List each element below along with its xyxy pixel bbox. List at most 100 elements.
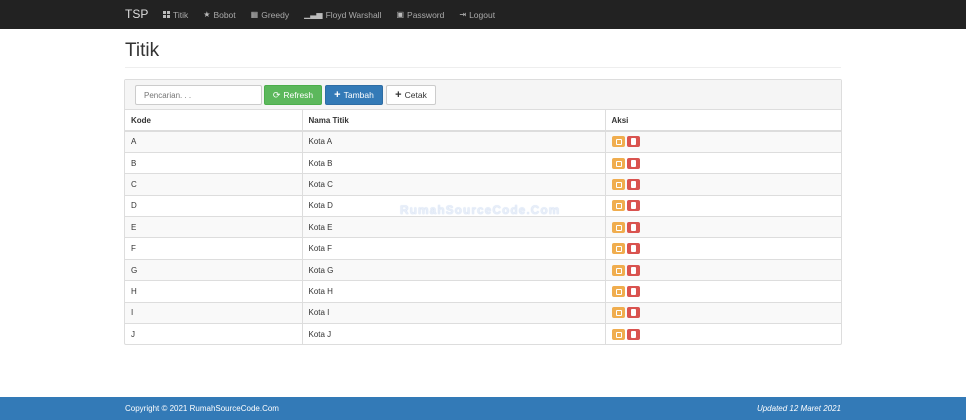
cell-kode: E (125, 216, 303, 238)
nav-item-label: Floyd Warshall (325, 9, 382, 20)
edit-button[interactable] (611, 264, 625, 276)
footer-updated: Updated 12 Maret 2021 (756, 404, 841, 413)
table-row: C Kota C (125, 173, 841, 196)
edit-button[interactable] (611, 328, 625, 340)
cell-aksi (605, 194, 841, 217)
cell-kode: J (125, 323, 303, 345)
cell-kode: C (125, 173, 303, 196)
nav-item-greedy[interactable]: ▦ Greedy (251, 10, 289, 20)
nav-item-label: Titik (173, 9, 189, 20)
th-large-icon (163, 11, 170, 18)
add-label: Tambah (343, 90, 374, 100)
edit-button[interactable] (611, 178, 625, 190)
title-divider (125, 67, 841, 68)
cell-kode: A (125, 130, 303, 153)
navbar-brand[interactable]: TSP (125, 0, 148, 29)
edit-button[interactable] (611, 307, 625, 319)
cell-aksi (605, 258, 841, 281)
cell-aksi (605, 151, 841, 174)
cell-kode: D (125, 194, 303, 217)
column-header-aksi: Aksi (605, 110, 841, 132)
delete-button[interactable] (626, 328, 640, 340)
nav-item-label: Bobot (213, 9, 236, 20)
nav-item-label: Logout (469, 9, 496, 20)
table-row: A Kota A (125, 130, 841, 153)
column-header-nama-titik[interactable]: Nama Titik (302, 110, 606, 132)
cell-nama-titik: Kota A (302, 130, 606, 153)
delete-button[interactable] (626, 307, 640, 319)
edit-button[interactable] (611, 157, 625, 169)
cell-aksi (605, 301, 841, 324)
cell-nama-titik: Kota C (302, 173, 606, 196)
footer: Copyright © 2021 RumahSourceCode.Com Upd… (0, 397, 966, 420)
delete-button[interactable] (626, 136, 640, 148)
calendar-icon: ▦ (250, 10, 259, 19)
cell-aksi (605, 323, 841, 345)
logout-icon: ⇥ (459, 10, 467, 19)
nav-item-bobot[interactable]: ★ Bobot (203, 10, 235, 20)
table-header-row: Kode Nama Titik Aksi (125, 110, 841, 132)
print-label: Cetak (404, 90, 427, 100)
edit-button[interactable] (611, 200, 625, 212)
cell-kode: I (125, 301, 303, 324)
cell-nama-titik: Kota E (302, 216, 606, 238)
table-row: F Kota F (125, 237, 841, 260)
cell-kode: F (125, 237, 303, 260)
cell-nama-titik: Kota J (302, 323, 606, 345)
refresh-button[interactable]: ⟳ Refresh (264, 85, 322, 105)
footer-copyright: Copyright © 2021 RumahSourceCode.Com (125, 404, 279, 413)
lock-icon: ▣ (396, 10, 405, 19)
cell-nama-titik: Kota G (302, 258, 606, 281)
nav-item-password[interactable]: ▣ Password (396, 10, 444, 20)
delete-button[interactable] (626, 285, 640, 297)
delete-button[interactable] (626, 243, 640, 255)
edit-button[interactable] (611, 136, 625, 148)
nav-item-label: Greedy (261, 9, 290, 20)
edit-button[interactable] (611, 285, 625, 297)
nav-item-label: Password (407, 9, 445, 20)
signal-icon: ▁▃▅ (304, 10, 323, 19)
cell-aksi (605, 237, 841, 260)
titik-table: Kode Nama Titik Aksi A Kota A B Kota B C Kota… (125, 110, 841, 345)
nav-item-floyd-warshall[interactable]: ▁▃▅ Floyd Warshall (304, 10, 381, 20)
table-row: H Kota H (125, 280, 841, 303)
cell-kode: H (125, 280, 303, 303)
refresh-label: Refresh (283, 90, 314, 100)
navbar: TSP Titik ★ Bobot ▦ Greedy ▁▃▅ Floyd War… (0, 0, 966, 29)
cell-aksi (605, 173, 841, 196)
cell-nama-titik: Kota I (302, 301, 606, 324)
table-row: G Kota G (125, 258, 841, 281)
delete-button[interactable] (626, 178, 640, 190)
refresh-icon: ⟳ (272, 89, 281, 100)
cell-aksi (605, 130, 841, 153)
page-title: Titik (125, 40, 160, 61)
add-button[interactable]: + Tambah (325, 85, 383, 105)
nav-item-titik[interactable]: Titik (163, 10, 188, 20)
nav-item-logout[interactable]: ⇥ Logout (459, 10, 495, 20)
cell-nama-titik: Kota F (302, 237, 606, 260)
navbar-menu: Titik ★ Bobot ▦ Greedy ▁▃▅ Floyd Warshal… (163, 0, 510, 29)
star-icon: ★ (203, 10, 211, 19)
table-row: E Kota E (125, 216, 841, 238)
delete-button[interactable] (626, 264, 640, 276)
search-input[interactable] (135, 85, 262, 105)
delete-button[interactable] (626, 200, 640, 212)
column-header-kode[interactable]: Kode (125, 110, 303, 132)
edit-button[interactable] (611, 243, 625, 255)
print-button[interactable]: + Cetak (386, 85, 436, 105)
panel-toolbar: ⟳ Refresh + Tambah + Cetak (125, 80, 841, 110)
table-row: B Kota B (125, 151, 841, 174)
cell-kode: G (125, 258, 303, 281)
delete-button[interactable] (626, 221, 640, 233)
table-row: I Kota I (125, 301, 841, 324)
table-row: J Kota J (125, 323, 841, 345)
plus-icon: + (395, 89, 402, 101)
watermark: RumahSourceCode.Com (400, 203, 561, 217)
delete-button[interactable] (626, 157, 640, 169)
edit-button[interactable] (611, 221, 625, 233)
cell-nama-titik: Kota H (302, 280, 606, 303)
plus-icon: + (334, 89, 341, 101)
cell-kode: B (125, 151, 303, 174)
cell-aksi (605, 216, 841, 238)
cell-nama-titik: Kota B (302, 151, 606, 174)
